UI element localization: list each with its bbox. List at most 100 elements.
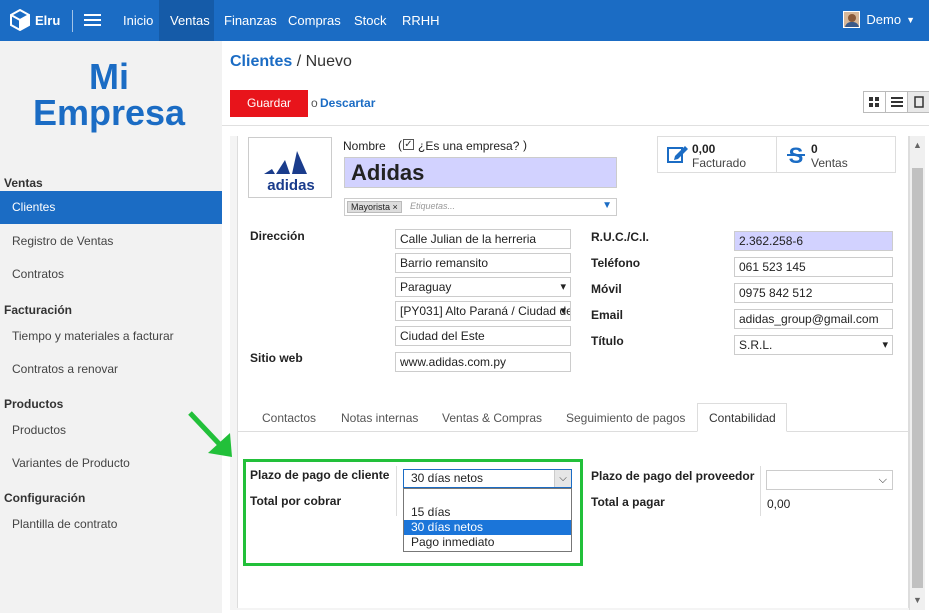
sidebar-item-registro-ventas[interactable]: Registro de Ventas [0, 225, 222, 258]
scroll-down-icon[interactable]: ▼ [913, 595, 922, 605]
tabs-divider [238, 431, 909, 432]
phone-input[interactable]: 061 523 145 [734, 257, 893, 277]
company-name: Mi Empresa [0, 59, 218, 131]
receivable-label: Total por cobrar [250, 494, 342, 508]
invoiced-stat-button[interactable]: 0,00 Facturado [657, 136, 777, 173]
company-line-1: Mi [89, 56, 129, 97]
divider [72, 10, 73, 32]
menu-inicio[interactable]: Inicio [123, 0, 153, 41]
payment-term-options: 15 días 30 días netos Pago inmediato [403, 488, 572, 552]
payable-value: 0,00 [767, 497, 791, 511]
tab-contactos[interactable]: Contactos [262, 411, 316, 425]
mobile-input[interactable]: 0975 842 512 [734, 283, 893, 303]
sidebar-item-plantilla-contrato[interactable]: Plantilla de contrato [0, 508, 222, 541]
sidebar-item-contratos[interactable]: Contratos [0, 258, 222, 291]
address-label: Dirección [250, 229, 305, 243]
sales-stat-button[interactable]: S 0 Ventas [776, 136, 896, 173]
ruc-label: R.U.C./C.I. [591, 230, 650, 244]
option-pago-inmediato[interactable]: Pago inmediato [404, 535, 571, 550]
or-text: o [311, 96, 318, 110]
divider [222, 125, 929, 126]
cube-icon [10, 9, 30, 31]
selected-value: 30 días netos [411, 471, 484, 485]
option-30-dias-netos[interactable]: 30 días netos [404, 520, 571, 535]
option-15-dias[interactable]: 15 días [404, 505, 571, 520]
dollar-icon: S [787, 143, 805, 167]
partner-logo[interactable]: adidas [248, 137, 332, 198]
sidebar-section-productos: Productos [4, 397, 64, 411]
field-divider [396, 466, 397, 516]
kanban-view-icon[interactable] [864, 92, 886, 112]
field-divider [760, 466, 761, 516]
discard-link[interactable]: Descartar [320, 96, 375, 110]
menu-stock[interactable]: Stock [354, 0, 387, 41]
app-name: Elru [35, 12, 61, 28]
customer-payment-term-select[interactable]: 30 días netos ⌵ [403, 469, 572, 488]
is-company-checkbox[interactable]: ✓ [403, 139, 414, 150]
name-input[interactable]: Adidas [344, 157, 617, 188]
title-label: Título [591, 334, 624, 348]
street2-input[interactable]: Barrio remansito [395, 253, 571, 273]
menu-compras[interactable]: Compras [288, 0, 341, 41]
email-input[interactable]: adidas_group@gmail.com [734, 309, 893, 329]
supplier-payment-term-select[interactable]: ⌵ [766, 470, 893, 490]
breadcrumb-parent[interactable]: Clientes [230, 53, 292, 70]
tags-input[interactable]: Mayorista × Etiquetas... ▼ [344, 198, 617, 216]
breadcrumb-current: Nuevo [305, 53, 352, 70]
caret-down-icon[interactable]: ▼ [602, 200, 612, 211]
adidas-logo-icon: adidas [264, 151, 315, 194]
street-input[interactable]: Calle Julian de la herreria [395, 229, 571, 249]
avatar [843, 11, 861, 28]
website-input[interactable]: www.adidas.com.py [395, 352, 571, 372]
supplier-payment-term-label: Plazo de pago del proveedor [591, 469, 755, 483]
phone-label: Teléfono [591, 256, 641, 270]
tab-seguimiento-pagos[interactable]: Seguimiento de pagos [566, 411, 685, 425]
tag-chip[interactable]: Mayorista × [347, 201, 402, 213]
menu-finanzas[interactable]: Finanzas [224, 0, 277, 41]
email-label: Email [591, 308, 624, 322]
list-view-icon[interactable] [886, 92, 908, 112]
title-select[interactable]: S.R.L. [734, 335, 893, 355]
save-button[interactable]: Guardar [230, 90, 308, 117]
breadcrumb-separator: / [296, 53, 302, 70]
sidebar-section-configuracion: Configuración [4, 491, 86, 505]
country-select[interactable]: Paraguay [395, 277, 571, 297]
tab-notas-internas[interactable]: Notas internas [341, 411, 418, 425]
hamburger-menu-icon[interactable] [84, 11, 104, 29]
scrollbar[interactable]: ▲ ▼ [909, 136, 925, 610]
company-line-2: Empresa [32, 92, 186, 133]
user-menu[interactable]: Demo ▼ [843, 11, 915, 28]
sidebar-item-tiempo-materiales[interactable]: Tiempo y materiales a facturar [0, 320, 222, 353]
city-input[interactable]: Ciudad del Este [395, 326, 571, 346]
tab-ventas-compras[interactable]: Ventas & Compras [442, 411, 542, 425]
payable-label: Total a pagar [591, 495, 665, 509]
form-view-icon[interactable] [908, 92, 929, 112]
scroll-up-icon[interactable]: ▲ [913, 140, 922, 150]
sidebar: Mi Empresa Ventas Clientes Registro de V… [0, 41, 222, 613]
chevron-down-icon[interactable]: ⌵ [554, 470, 571, 487]
tags-placeholder: Etiquetas... [410, 201, 456, 211]
mobile-label: Móvil [591, 282, 622, 296]
tag-remove-icon[interactable]: × [393, 202, 398, 212]
is-company-label: ¿Es una empresa? [418, 139, 520, 153]
website-label: Sitio web [250, 351, 303, 365]
customer-payment-term-label: Plazo de pago de cliente [250, 468, 390, 482]
sidebar-item-contratos-renovar[interactable]: Contratos a renovar [0, 353, 222, 386]
state-select[interactable]: [PY031] Alto Paraná / Ciudad del Este [395, 301, 571, 321]
top-navbar: Elru Inicio Ventas Finanzas Compras Stoc… [0, 0, 929, 41]
ruc-input[interactable]: 2.362.258-6 [734, 231, 893, 251]
menu-rrhh[interactable]: RRHH [402, 0, 440, 41]
sidebar-item-clientes[interactable]: Clientes [0, 191, 222, 224]
caret-down-icon: ▼ [906, 14, 915, 25]
app-logo[interactable]: Elru [10, 9, 60, 31]
menu-ventas[interactable]: Ventas [170, 0, 210, 41]
sidebar-section-facturacion: Facturación [4, 303, 73, 317]
invoiced-label: Facturado [692, 156, 747, 170]
pointer-arrow-icon [188, 411, 232, 457]
is-company-paren-open: ( [398, 138, 402, 152]
sidebar-section-ventas: Ventas [4, 176, 43, 190]
scroll-thumb[interactable] [912, 168, 923, 588]
is-company-paren-close: ) [523, 138, 527, 152]
main-content: Clientes / Nuevo Guardar o Descartar ▲ ▼… [222, 41, 929, 613]
tab-contabilidad[interactable]: Contabilidad [697, 403, 787, 432]
